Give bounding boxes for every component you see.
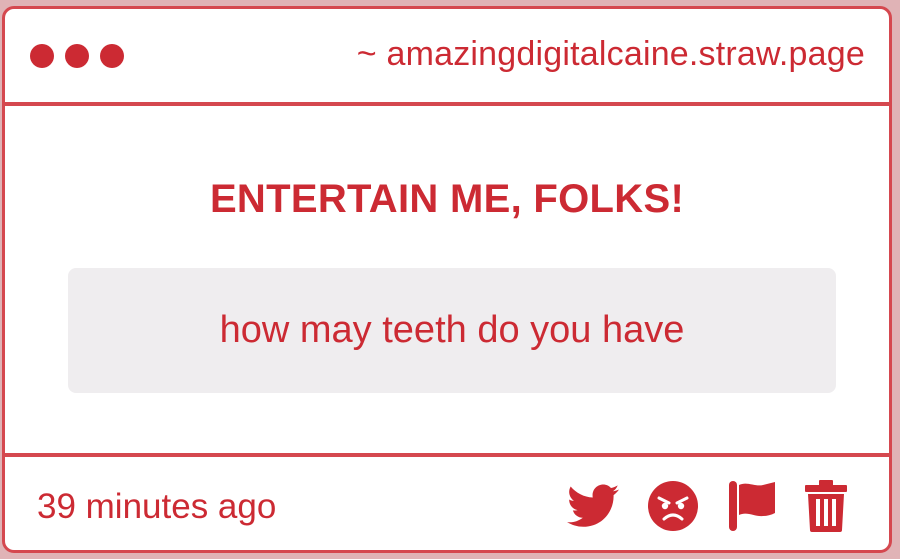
timestamp: 39 minutes ago — [37, 487, 277, 526]
twitter-share-button[interactable] — [567, 484, 619, 533]
twitter-icon — [567, 484, 619, 527]
message-box: how may teeth do you have — [68, 268, 836, 393]
delete-button[interactable] — [805, 480, 847, 537]
window-dot — [100, 44, 124, 68]
flag-icon — [729, 481, 775, 531]
window-dot — [30, 44, 54, 68]
message-text: how may teeth do you have — [219, 309, 685, 351]
post-title: ENTERTAIN ME, FOLKS! — [209, 177, 685, 221]
angry-face-icon — [648, 481, 698, 531]
action-bar — [567, 479, 847, 538]
card-footer: 39 minutes ago — [5, 453, 889, 550]
card-header: ~ amazingdigitalcaine.straw.page — [5, 9, 889, 106]
site-url[interactable]: ~ amazingdigitalcaine.straw.page — [357, 35, 865, 74]
react-button[interactable] — [647, 480, 699, 537]
trash-icon — [805, 480, 847, 532]
window-dot — [65, 44, 89, 68]
report-button[interactable] — [727, 479, 777, 538]
window-dots — [30, 44, 124, 68]
post-card: ~ amazingdigitalcaine.straw.page ENTERTA… — [2, 6, 892, 553]
